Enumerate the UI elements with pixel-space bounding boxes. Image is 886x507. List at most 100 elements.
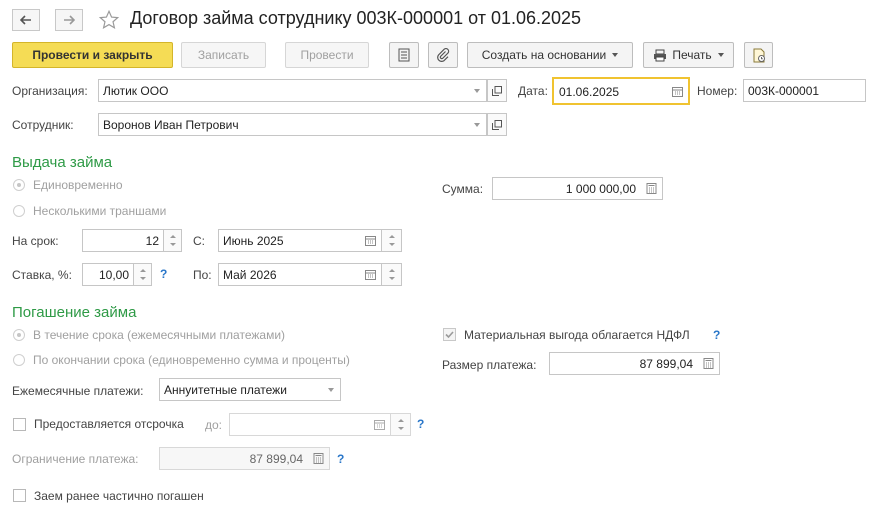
calculator-icon[interactable] (307, 448, 329, 469)
number-field[interactable]: 003К-000001 (743, 79, 866, 102)
from-period-value: Июнь 2025 (223, 234, 284, 248)
date-label: Дата: (518, 84, 548, 98)
rate-label: Ставка, %: (12, 268, 72, 282)
payment-limit-field[interactable]: 87 899,04 (159, 447, 330, 470)
rate-value: 10,00 (98, 268, 129, 282)
loan-issue-heading: Выдача займа (12, 154, 113, 171)
chevron-down-icon (717, 53, 724, 57)
ndfl-benefit-label: Материальная выгода облагается НДФЛ (464, 328, 690, 342)
deferral-until-field[interactable] (229, 413, 391, 436)
term-field[interactable]: 12 (82, 229, 164, 252)
loan-repayment-heading: Погашение займа (12, 304, 137, 321)
create-based-on-label: Создать на основании (481, 48, 607, 62)
paperclip-icon (437, 48, 450, 62)
payment-size-value: 87 899,04 (639, 357, 693, 371)
payment-limit-value: 87 899,04 (249, 452, 303, 466)
sum-value: 1 000 000,00 (565, 182, 636, 196)
number-label: Номер: (697, 84, 738, 98)
open-employee-button[interactable] (487, 113, 507, 136)
rate-stepper[interactable] (134, 263, 152, 286)
back-button[interactable] (12, 9, 40, 31)
to-period-value: Май 2026 (223, 268, 277, 282)
calculator-icon[interactable] (697, 353, 719, 374)
partially-repaid-checkbox[interactable] (13, 489, 26, 502)
forward-button[interactable] (55, 9, 83, 31)
payment-size-label: Размер платежа: (442, 358, 537, 372)
to-period-field[interactable]: Май 2026 (218, 263, 382, 286)
create-based-on-button[interactable]: Создать на основании (467, 42, 633, 68)
print-button[interactable]: Печать (643, 42, 734, 68)
employee-field[interactable]: Воронов Иван Петрович (98, 113, 487, 136)
calendar-icon[interactable] (368, 414, 390, 435)
open-window-icon (492, 119, 502, 130)
chevron-down-icon[interactable] (468, 80, 486, 101)
monthly-payments-value: Аннуитетные платежи (164, 383, 287, 397)
post-and-close-button[interactable]: Провести и закрыть (12, 42, 173, 68)
issue-tranches-label: Несколькими траншами (33, 204, 167, 218)
arrow-left-icon (20, 15, 31, 25)
open-window-icon (492, 85, 502, 96)
to-period-stepper[interactable] (382, 263, 402, 286)
ndfl-help-icon[interactable]: ? (713, 328, 720, 342)
from-label: С: (193, 234, 205, 248)
open-organization-button[interactable] (487, 79, 507, 102)
monthly-payments-select[interactable]: Аннуитетные платежи (159, 378, 341, 401)
date-value: 01.06.2025 (559, 85, 620, 99)
term-stepper[interactable] (164, 229, 182, 252)
rate-help-icon[interactable]: ? (160, 267, 167, 281)
list-icon (398, 48, 410, 62)
favorite-star-button[interactable] (98, 9, 120, 34)
star-icon (98, 9, 120, 30)
calendar-icon[interactable] (359, 264, 381, 285)
deferral-until-label: до: (205, 418, 223, 432)
to-label: По: (193, 268, 212, 282)
post-button[interactable]: Провести (285, 42, 369, 68)
repay-at-end-radio[interactable] (13, 354, 25, 366)
report-button[interactable] (744, 42, 773, 68)
save-button[interactable]: Записать (181, 42, 266, 68)
ndfl-benefit-checkbox[interactable] (443, 328, 456, 341)
employee-value: Воронов Иван Петрович (103, 118, 239, 132)
monthly-payments-label: Ежемесячные платежи: (12, 384, 144, 398)
payment-size-field[interactable]: 87 899,04 (549, 352, 720, 375)
calendar-icon[interactable] (666, 79, 688, 103)
print-label: Печать (672, 48, 712, 62)
rate-field[interactable]: 10,00 (82, 263, 134, 286)
term-label: На срок: (12, 234, 59, 248)
chevron-down-icon[interactable] (468, 114, 486, 135)
payment-limit-label: Ограничение платежа: (12, 452, 139, 466)
calculator-icon[interactable] (640, 178, 662, 199)
attach-file-button[interactable] (428, 42, 458, 68)
date-field[interactable]: 01.06.2025 (552, 77, 690, 105)
partially-repaid-label: Заем ранее частично погашен (34, 489, 204, 503)
from-period-field[interactable]: Июнь 2025 (218, 229, 382, 252)
sum-label: Сумма: (442, 182, 484, 196)
from-period-stepper[interactable] (382, 229, 402, 252)
page-title: Договор займа сотруднику 003К-000001 от … (130, 8, 582, 28)
issue-once-radio[interactable] (13, 179, 25, 191)
document-list-button[interactable] (389, 42, 419, 68)
deferral-label: Предоставляется отсрочка (34, 417, 184, 431)
number-value: 003К-000001 (748, 84, 820, 98)
deferral-help-icon[interactable]: ? (417, 417, 424, 431)
calendar-icon[interactable] (359, 230, 381, 251)
issue-tranches-radio[interactable] (13, 205, 25, 217)
organization-field[interactable]: Лютик ООО (98, 79, 487, 102)
organization-label: Организация: (12, 84, 88, 98)
arrow-right-icon (64, 15, 75, 25)
repay-during-term-label: В течение срока (ежемесячными платежами) (33, 328, 286, 342)
term-value: 12 (145, 234, 159, 248)
employee-label: Сотрудник: (12, 118, 74, 132)
repay-at-end-label: По окончании срока (единовременно сумма … (33, 353, 350, 367)
organization-value: Лютик ООО (103, 84, 169, 98)
deferral-until-stepper[interactable] (391, 413, 411, 436)
sum-field[interactable]: 1 000 000,00 (492, 177, 663, 200)
deferral-checkbox[interactable] (13, 418, 26, 431)
printer-icon (654, 49, 667, 61)
payment-limit-help-icon[interactable]: ? (337, 452, 344, 466)
report-clock-icon (753, 48, 765, 62)
issue-once-label: Единовременно (33, 178, 123, 192)
checkmark-icon (445, 331, 454, 339)
chevron-down-icon[interactable] (322, 379, 340, 400)
repay-during-term-radio[interactable] (13, 329, 25, 341)
